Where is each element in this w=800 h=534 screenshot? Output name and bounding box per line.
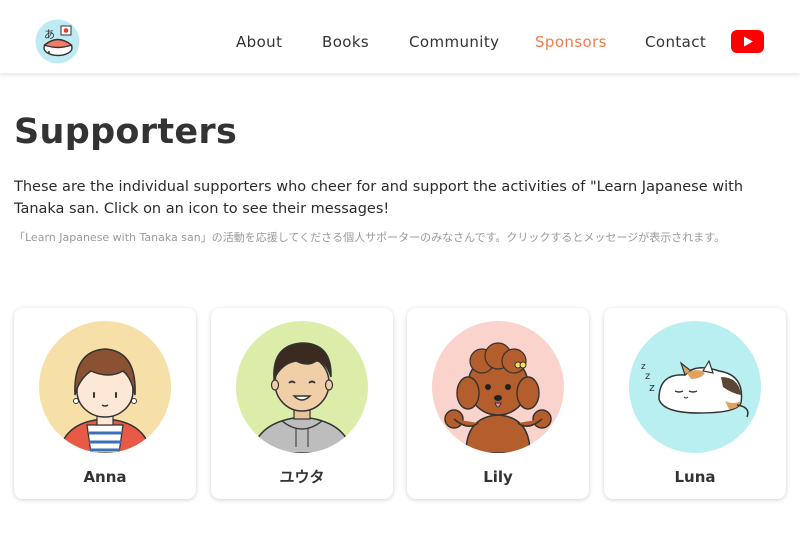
page-title: Supporters — [14, 112, 238, 152]
youtube-link[interactable] — [731, 30, 764, 53]
supporter-card-anna[interactable]: Anna — [14, 308, 196, 499]
intro-text-english: These are the individual supporters who … — [14, 179, 744, 217]
nav-community[interactable]: Community — [409, 33, 499, 51]
supporter-name: Lily — [483, 468, 513, 486]
nav-contact[interactable]: Contact — [645, 33, 706, 51]
supporter-card-lily[interactable]: Lily — [407, 308, 589, 499]
poodle-avatar-icon — [432, 321, 564, 453]
supporter-avatar[interactable] — [39, 321, 171, 453]
supporter-card-luna[interactable]: z z z Luna — [604, 308, 786, 499]
supporter-name: ユウタ — [279, 468, 325, 486]
sleeping-cat-avatar-icon: z z z — [629, 321, 761, 453]
site-header: あ About Books Community Sponsors Contact — [0, 0, 800, 73]
supporter-name: Luna — [674, 468, 716, 486]
nav-about[interactable]: About — [236, 33, 282, 51]
supporter-card-yuta[interactable]: ユウタ — [211, 308, 393, 499]
boy-avatar-icon — [236, 321, 368, 453]
youtube-icon — [731, 30, 764, 53]
supporter-name: Anna — [83, 468, 127, 486]
supporter-avatar[interactable] — [432, 321, 564, 453]
svg-text:z: z — [649, 381, 655, 394]
supporter-avatar[interactable]: z z z — [629, 321, 761, 453]
nav-books[interactable]: Books — [322, 33, 369, 51]
supporter-avatar[interactable] — [236, 321, 368, 453]
intro-text-japanese: 「Learn Japanese with Tanaka san」の活動を応援して… — [14, 231, 726, 244]
main-nav: About Books Community Sponsors Contact — [0, 33, 800, 51]
girl-avatar-icon — [39, 321, 171, 453]
nav-sponsors[interactable]: Sponsors — [535, 33, 607, 51]
